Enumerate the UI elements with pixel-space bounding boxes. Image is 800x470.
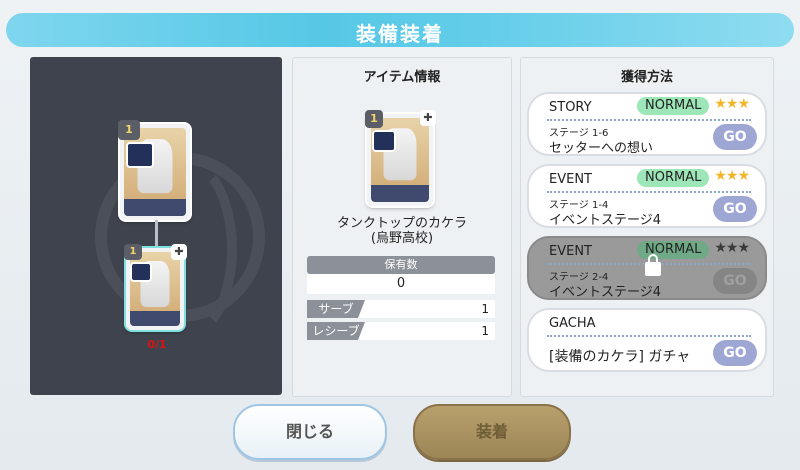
item-name: タンクトップのカケラ (烏野高校) [336,216,467,246]
acquire-source-event-2: EVENT NORMAL ★★★ ステージ 2-4 イベントステージ4 GO [527,236,767,300]
stat-row-serve: サーブ 1 [307,300,495,318]
rank-badge: 1 [365,110,383,128]
acquire-source-event-1: EVENT NORMAL ★★★ ステージ 1-4 イベントステージ4 GO [527,164,767,228]
stat-label: レシーブ [307,322,365,340]
acquire-source-story: STORY NORMAL ★★★ ステージ 1-6 セッターへの想い GO [527,92,767,156]
go-button: GO [713,268,757,294]
source-kind: EVENT [549,244,592,259]
acquire-heading: 獲得方法 [620,70,673,85]
stat-label: サーブ [307,300,365,318]
title-bar: 装備装着 [6,13,794,47]
puzzle-piece-icon: ✚ [171,244,187,260]
school-jersey-icon [126,142,154,168]
star-rating: ★★★ [714,240,750,256]
item-info-heading: アイテム情報 [363,70,441,85]
divider [547,191,751,193]
stat-value: 1 [481,302,489,316]
stat-row-receive: レシーブ 1 [307,322,495,340]
item-card-large[interactable]: 1 [118,120,190,220]
acquire-source-gacha: GACHA [装備のカケラ] ガチャ GO [527,308,767,372]
close-button[interactable]: 閉じる [233,404,387,460]
school-jersey-icon [372,130,396,152]
owned-label: 保有数 [307,256,495,274]
go-button[interactable]: GO [713,340,757,366]
item-info-panel: アイテム情報 1 ✚ タンクトップのカケラ (烏野高校) 保有数 0 サーブ 1… [292,57,512,397]
source-kind: GACHA [549,316,596,331]
item-info-card: 1 ✚ [365,110,436,206]
source-kind: EVENT [549,172,592,187]
star-rating: ★★★ [714,96,750,112]
source-kind: STORY [549,100,592,115]
dialog-title: 装備装着 [356,22,444,46]
acquire-panel: 獲得方法 STORY NORMAL ★★★ ステージ 1-6 セッターへの想い … [520,57,774,397]
stage-title: イベントステージ4 [549,285,662,300]
stage-title: イベントステージ4 [549,213,662,228]
rank-badge: 1 [124,244,142,260]
item-card-small[interactable]: 1 ✚ [124,244,187,330]
puzzle-piece-icon: ✚ [420,110,436,126]
stage-title: セッターへの想い [549,141,654,156]
go-button[interactable]: GO [713,124,757,150]
go-button[interactable]: GO [713,196,757,222]
difficulty-badge: NORMAL [637,97,710,115]
gacha-title: [装備のカケラ] ガチャ [549,349,691,365]
school-jersey-icon [130,262,152,282]
stat-value: 1 [481,324,489,338]
equip-button[interactable]: 装着 [413,404,571,460]
divider [547,119,751,121]
owned-value: 0 [307,274,495,294]
fragment-count: 0/1 [147,338,167,351]
lock-icon [645,254,661,276]
difficulty-badge: NORMAL [637,169,710,187]
star-rating: ★★★ [714,168,750,184]
rank-badge: 1 [118,120,140,140]
divider [547,335,751,337]
